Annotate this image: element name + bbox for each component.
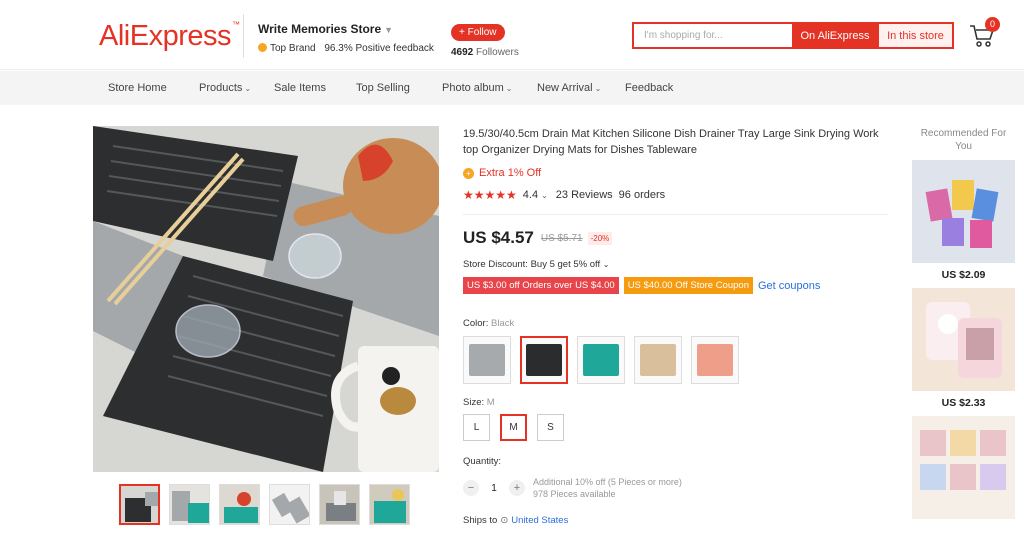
cart-count-badge: 0 [985, 17, 1000, 32]
thumbnail[interactable] [119, 484, 160, 525]
chevron-down-icon: ⌄ [244, 84, 252, 93]
quantity-value[interactable]: 1 [479, 483, 509, 494]
quantity-note: Additional 10% off (5 Pieces or more) 97… [533, 477, 682, 499]
search-aliexpress-button[interactable]: On AliExpress [792, 24, 878, 47]
original-price: US $5.71 [540, 232, 583, 244]
ships-to: Ships to ⊙ United States [463, 515, 569, 526]
thumbnail[interactable] [319, 484, 360, 525]
search-bar: On AliExpress In this store [632, 22, 954, 49]
size-option-l[interactable]: L [463, 414, 490, 441]
size-label: Size: M [463, 397, 495, 408]
price-row: US $4.57 US $5.71 -20% [463, 228, 888, 248]
search-input[interactable] [634, 24, 792, 47]
color-swatch-teal[interactable] [577, 336, 625, 384]
color-swatch-black[interactable] [520, 336, 568, 384]
store-discount[interactable]: Store Discount: Buy 5 get 5% off ⌄ [463, 259, 888, 270]
followers-count: 4692 Followers [451, 47, 519, 58]
size-options: LMS [463, 414, 888, 441]
color-swatch-preview [583, 344, 619, 376]
recommended-item[interactable] [912, 416, 1015, 519]
coin-icon: + [463, 167, 474, 179]
nav-store-home[interactable]: Store Home [108, 82, 167, 94]
recommended-panel: Recommended For You US $2.09 US $2.33 [912, 127, 1015, 525]
chevron-down-icon: ▼ [384, 25, 394, 35]
recommended-item[interactable]: US $2.33 [912, 288, 1015, 409]
location-pin-icon: ⊙ [500, 515, 509, 526]
color-swatches [463, 336, 888, 384]
follow-block: + Follow 4692 Followers [451, 22, 519, 58]
chevron-down-icon: ⌄ [602, 260, 610, 269]
rating-row: ★★★★★ 4.4 ⌄ 23 Reviews 96 orders [463, 188, 888, 202]
follow-button[interactable]: + Follow [451, 24, 505, 41]
aliexpress-logo[interactable]: AliExpress™ [99, 20, 240, 53]
store-name[interactable]: Write Memories Store ▼ [258, 22, 434, 36]
nav-top-selling[interactable]: Top Selling [356, 82, 410, 94]
store-nav: Store Home Products ⌄ Sale Items Top Sell… [0, 71, 1024, 105]
color-swatch-pink[interactable] [691, 336, 739, 384]
recommended-image[interactable] [912, 416, 1015, 519]
size-option-m[interactable]: M [500, 414, 527, 441]
recommended-title: Recommended For You [920, 128, 1007, 152]
coupon-row: US $3.00 off Orders over US $4.00 US $40… [463, 277, 888, 294]
positive-feedback: 96.3% Positive feedback [324, 43, 434, 54]
color-swatch-gray[interactable] [463, 336, 511, 384]
chevron-down-icon: ⌄ [541, 190, 548, 200]
quantity-stepper: − 1 + Additional 10% off (5 Pieces or mo… [463, 476, 888, 500]
product-info: 19.5/30/40.5cm Drain Mat Kitchen Silicon… [463, 126, 888, 526]
divider [463, 214, 888, 215]
color-swatch-preview [640, 344, 676, 376]
get-coupons-link[interactable]: Get coupons [758, 280, 820, 292]
nav-sale-items[interactable]: Sale Items [274, 82, 326, 94]
orders-count: 96 orders [618, 189, 666, 201]
product-main-image[interactable] [93, 126, 439, 472]
discount-badge: -20% [587, 231, 613, 245]
coupon-orders-over[interactable]: US $3.00 off Orders over US $4.00 [463, 277, 619, 294]
current-price: US $4.57 [463, 228, 534, 247]
nav-new-arrival[interactable]: New Arrival ⌄ [537, 82, 601, 94]
header: AliExpress™ Write Memories Store ▼ Top Br… [0, 0, 1024, 70]
store-meta: Top Brand 96.3% Positive feedback [258, 43, 434, 54]
thumbnail[interactable] [269, 484, 310, 525]
recommended-image[interactable] [912, 288, 1015, 391]
recommended-image[interactable] [912, 160, 1015, 263]
nav-feedback[interactable]: Feedback [625, 82, 673, 94]
thumbnail[interactable] [369, 484, 410, 525]
ships-to-country-link[interactable]: United States [511, 515, 568, 526]
color-label: Color: Black [463, 318, 515, 329]
top-brand-icon [258, 43, 267, 52]
thumbnail-strip [119, 484, 410, 525]
recommended-price: US $2.33 [941, 397, 986, 409]
increase-quantity-button[interactable]: + [509, 480, 525, 496]
chevron-down-icon: ⌄ [505, 84, 513, 93]
top-brand-label: Top Brand [270, 43, 316, 54]
rating-score[interactable]: 4.4 [523, 189, 538, 201]
store-info: Write Memories Store ▼ Top Brand 96.3% Po… [243, 14, 434, 58]
decrease-quantity-button[interactable]: − [463, 480, 479, 496]
cart-button[interactable]: 0 [968, 17, 1000, 48]
reviews-link[interactable]: 23 Reviews [556, 189, 613, 201]
nav-photo-album[interactable]: Photo album ⌄ [442, 82, 512, 94]
chevron-down-icon: ⌄ [594, 84, 602, 93]
search-store-button[interactable]: In this store [878, 24, 952, 47]
extra-off-badge: + Extra 1% Off [463, 167, 888, 179]
size-option-s[interactable]: S [537, 414, 564, 441]
color-swatch-preview [469, 344, 505, 376]
color-swatch-preview [697, 344, 733, 376]
quantity-label: Quantity: [463, 456, 502, 467]
product-title: 19.5/30/40.5cm Drain Mat Kitchen Silicon… [463, 128, 879, 156]
thumbnail[interactable] [169, 484, 210, 525]
color-swatch-preview [526, 344, 562, 376]
recommended-item[interactable]: US $2.09 [912, 160, 1015, 281]
color-swatch-beige[interactable] [634, 336, 682, 384]
star-rating-icon: ★★★★★ [463, 188, 517, 202]
coupon-store[interactable]: US $40.00 Off Store Coupon [623, 277, 753, 294]
recommended-price: US $2.09 [941, 269, 986, 281]
nav-products[interactable]: Products ⌄ [199, 82, 251, 94]
thumbnail[interactable] [219, 484, 260, 525]
